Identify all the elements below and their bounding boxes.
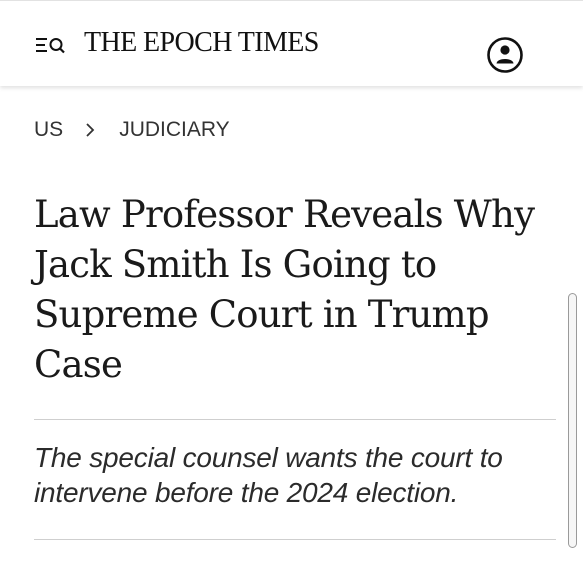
chevron-right-icon xyxy=(86,123,95,137)
menu-search-button[interactable] xyxy=(34,34,68,58)
article-headline: Law Professor Reveals Why Jack Smith Is … xyxy=(34,193,535,386)
menu-search-icon xyxy=(36,38,65,54)
divider xyxy=(34,419,556,420)
account-button[interactable] xyxy=(486,36,524,74)
breadcrumb-item-us[interactable]: US xyxy=(34,118,63,142)
site-logo[interactable]: THE EPOCH TIMES xyxy=(84,27,319,59)
account-icon xyxy=(487,37,523,73)
breadcrumb: US JUDICIARY xyxy=(34,118,230,142)
scrollbar-thumb[interactable] xyxy=(568,293,577,548)
article-subheadline: The special counsel wants the court to i… xyxy=(34,442,503,508)
site-header: THE EPOCH TIMES xyxy=(0,0,583,86)
breadcrumb-item-judiciary[interactable]: JUDICIARY xyxy=(119,118,229,142)
divider xyxy=(34,539,556,540)
